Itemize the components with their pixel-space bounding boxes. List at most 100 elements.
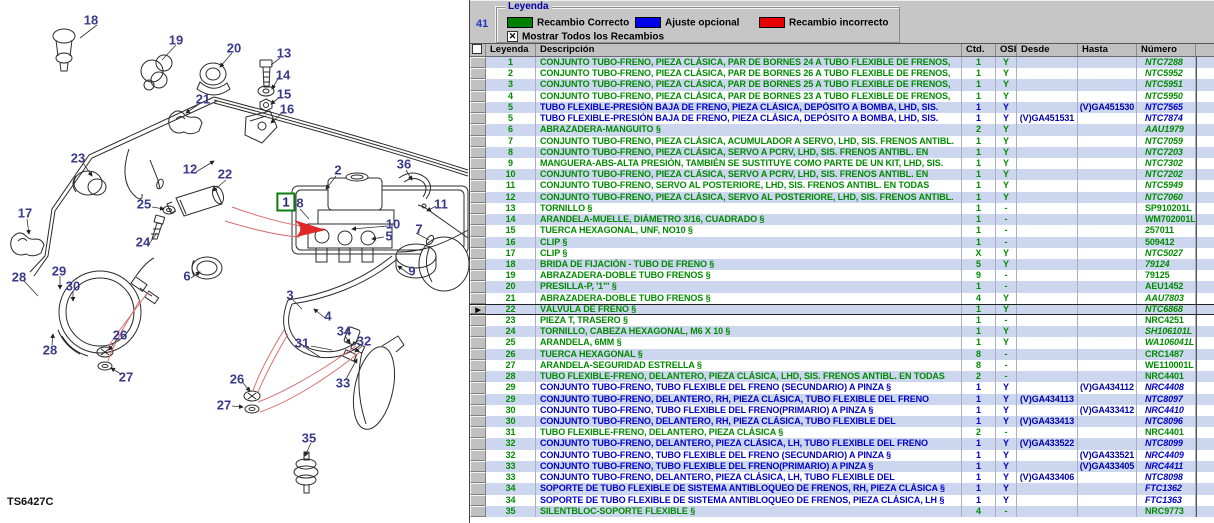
row-selector[interactable] xyxy=(470,360,486,371)
table-row[interactable]: 30CONJUNTO TUBO-FRENO, DELANTERO, RH, PI… xyxy=(470,416,1214,427)
row-selector[interactable] xyxy=(470,124,486,135)
row-selector[interactable] xyxy=(470,214,486,225)
row-selector[interactable] xyxy=(470,180,486,191)
table-row[interactable]: 33CONJUNTO TUBO-FRENO, DELANTERO, PIEZA … xyxy=(470,472,1214,483)
callout-21[interactable]: 21 xyxy=(196,93,210,106)
table-row[interactable]: 10CONJUNTO TUBO-FRENO, PIEZA CLÁSICA, SE… xyxy=(470,169,1214,180)
callout-4[interactable]: 4 xyxy=(324,310,331,323)
row-selector[interactable] xyxy=(470,427,486,438)
table-row[interactable]: 14ARANDELA-MUELLE, DIÁMETRO 3/16, CUADRA… xyxy=(470,214,1214,225)
callout-9[interactable]: 9 xyxy=(408,265,415,278)
table-row[interactable]: 15TUERCA HEXAGONAL, UNF, NO10 §1-257011 xyxy=(470,225,1214,236)
callout-30[interactable]: 30 xyxy=(66,280,80,293)
column-header-numero[interactable]: Número xyxy=(1137,44,1196,56)
column-header-hasta[interactable]: Hasta xyxy=(1078,44,1137,56)
row-selector[interactable] xyxy=(470,237,486,248)
checkbox-icon[interactable]: ✕ xyxy=(507,31,518,42)
table-row[interactable]: 21ABRAZADERA-DOBLE TUBO FRENOS §4YAAU780… xyxy=(470,293,1214,304)
row-selector[interactable] xyxy=(470,416,486,427)
callout-2[interactable]: 2 xyxy=(334,164,341,177)
row-selector[interactable] xyxy=(470,147,486,158)
row-selector[interactable] xyxy=(470,281,486,292)
callout-16[interactable]: 16 xyxy=(280,103,294,116)
row-selector[interactable] xyxy=(470,382,486,393)
row-selector[interactable] xyxy=(470,337,486,348)
callout-26[interactable]: 26 xyxy=(230,373,244,386)
row-selector[interactable] xyxy=(470,113,486,124)
row-selector[interactable] xyxy=(470,248,486,259)
table-row[interactable]: 24TORNILLO, CABEZA HEXAGONAL, M6 X 10 §1… xyxy=(470,326,1214,337)
row-selector[interactable] xyxy=(470,495,486,506)
table-row[interactable]: 3CONJUNTO TUBO-FRENO, PIEZA CLÁSICA, PAR… xyxy=(470,79,1214,90)
table-row[interactable]: 34SOPORTE DE TUBO FLEXIBLE DE SISTEMA AN… xyxy=(470,483,1214,494)
callout-19[interactable]: 19 xyxy=(169,34,183,47)
row-selector[interactable] xyxy=(470,349,486,360)
callout-12[interactable]: 12 xyxy=(183,163,197,176)
callout-20[interactable]: 20 xyxy=(227,42,241,55)
callout-8[interactable]: 8 xyxy=(296,197,303,210)
table-row[interactable]: 19ABRAZADERA-DOBLE TUBO FRENOS §9-79125 xyxy=(470,270,1214,281)
callout-1[interactable]: 1 xyxy=(276,193,295,212)
callout-27[interactable]: 27 xyxy=(217,399,231,412)
callout-17[interactable]: 17 xyxy=(18,207,32,220)
callout-14[interactable]: 14 xyxy=(276,69,290,82)
table-row[interactable]: 4CONJUNTO TUBO-FRENO, PIEZA CLÁSICA, PAR… xyxy=(470,91,1214,102)
row-selector[interactable] xyxy=(470,326,486,337)
table-row[interactable]: 25ARANDELA, 6MM §1YWA106041L xyxy=(470,337,1214,348)
table-row[interactable]: 5TUBO FLEXIBLE-PRESIÓN BAJA DE FRENO, PI… xyxy=(470,102,1214,113)
column-header-osi[interactable]: OSI xyxy=(996,44,1017,56)
callout-7[interactable]: 7 xyxy=(415,223,422,236)
row-selector[interactable] xyxy=(470,270,486,281)
row-selector[interactable] xyxy=(470,158,486,169)
table-row[interactable]: 29CONJUNTO TUBO-FRENO, DELANTERO, RH, PI… xyxy=(470,394,1214,405)
callout-34[interactable]: 34 xyxy=(337,325,351,338)
row-selector[interactable] xyxy=(470,315,486,326)
table-row[interactable]: 12CONJUNTO TUBO-FRENO, PIEZA CLÁSICA, SE… xyxy=(470,192,1214,203)
table-row[interactable]: 20PRESILLA-P, '1"' §1-AEU1452 xyxy=(470,281,1214,292)
table-row[interactable]: 13TORNILLO §1-SP910201L xyxy=(470,203,1214,214)
callout-25[interactable]: 25 xyxy=(137,198,151,211)
column-header-desde[interactable]: Desde xyxy=(1017,44,1078,56)
row-selector[interactable] xyxy=(470,461,486,472)
table-row[interactable]: 5TUBO FLEXIBLE-PRESIÓN BAJA DE FRENO, PI… xyxy=(470,113,1214,124)
table-row[interactable]: 28TUBO FLEXIBLE-FRENO, DELANTERO, PIEZA … xyxy=(470,371,1214,382)
callout-33[interactable]: 33 xyxy=(336,377,350,390)
row-selector[interactable] xyxy=(470,293,486,304)
table-row[interactable]: 31TUBO FLEXIBLE-FRENO, DELANTERO, PIEZA … xyxy=(470,427,1214,438)
show-all-checkbox-row[interactable]: ✕Mostrar Todos los Recambios xyxy=(507,28,664,40)
callout-24[interactable]: 24 xyxy=(136,236,150,249)
column-header-ctd[interactable]: Ctd. xyxy=(962,44,996,56)
table-row[interactable]: 33CONJUNTO TUBO-FRENO, TUBO FLEXIBLE DEL… xyxy=(470,461,1214,472)
row-selector[interactable] xyxy=(470,394,486,405)
row-selector[interactable] xyxy=(470,57,486,68)
column-header-descripcion[interactable]: Descripción xyxy=(536,44,962,56)
callout-13[interactable]: 13 xyxy=(277,47,291,60)
table-row[interactable]: 26TUERCA HEXAGONAL §8-CRC1487 xyxy=(470,349,1214,360)
callout-28[interactable]: 28 xyxy=(12,271,26,284)
row-selector[interactable] xyxy=(470,483,486,494)
row-selector[interactable] xyxy=(470,91,486,102)
callout-11[interactable]: 11 xyxy=(434,198,448,211)
row-selector[interactable] xyxy=(470,259,486,270)
row-selector[interactable]: ▶ xyxy=(470,305,486,314)
callout-5[interactable]: 5 xyxy=(385,230,392,243)
callout-32[interactable]: 32 xyxy=(357,335,371,348)
row-selector[interactable] xyxy=(470,450,486,461)
row-selector[interactable] xyxy=(470,169,486,180)
row-selector[interactable] xyxy=(470,203,486,214)
row-selector[interactable] xyxy=(470,192,486,203)
row-selector[interactable] xyxy=(470,102,486,113)
row-selector[interactable] xyxy=(470,68,486,79)
table-row[interactable]: 9MANGUERA-ABS-ALTA PRESIÓN, TAMBIÉN SE S… xyxy=(470,158,1214,169)
row-selector[interactable] xyxy=(470,405,486,416)
table-row[interactable]: 2CONJUNTO TUBO-FRENO, PIEZA CLÁSICA, PAR… xyxy=(470,68,1214,79)
callout-3[interactable]: 3 xyxy=(286,289,293,302)
table-row[interactable]: 30CONJUNTO TUBO-FRENO, TUBO FLEXIBLE DEL… xyxy=(470,405,1214,416)
row-selector[interactable] xyxy=(470,136,486,147)
table-row[interactable]: 17CLIP §XYNTC5027 xyxy=(470,248,1214,259)
table-row[interactable]: 34SOPORTE DE TUBO FLEXIBLE DE SISTEMA AN… xyxy=(470,495,1214,506)
table-row[interactable]: 32CONJUNTO TUBO-FRENO, TUBO FLEXIBLE DEL… xyxy=(470,450,1214,461)
row-selector[interactable] xyxy=(470,438,486,449)
callout-27[interactable]: 27 xyxy=(119,371,133,384)
parts-diagram[interactable]: TS6427C 18192013141516212312222524171823… xyxy=(0,0,469,523)
